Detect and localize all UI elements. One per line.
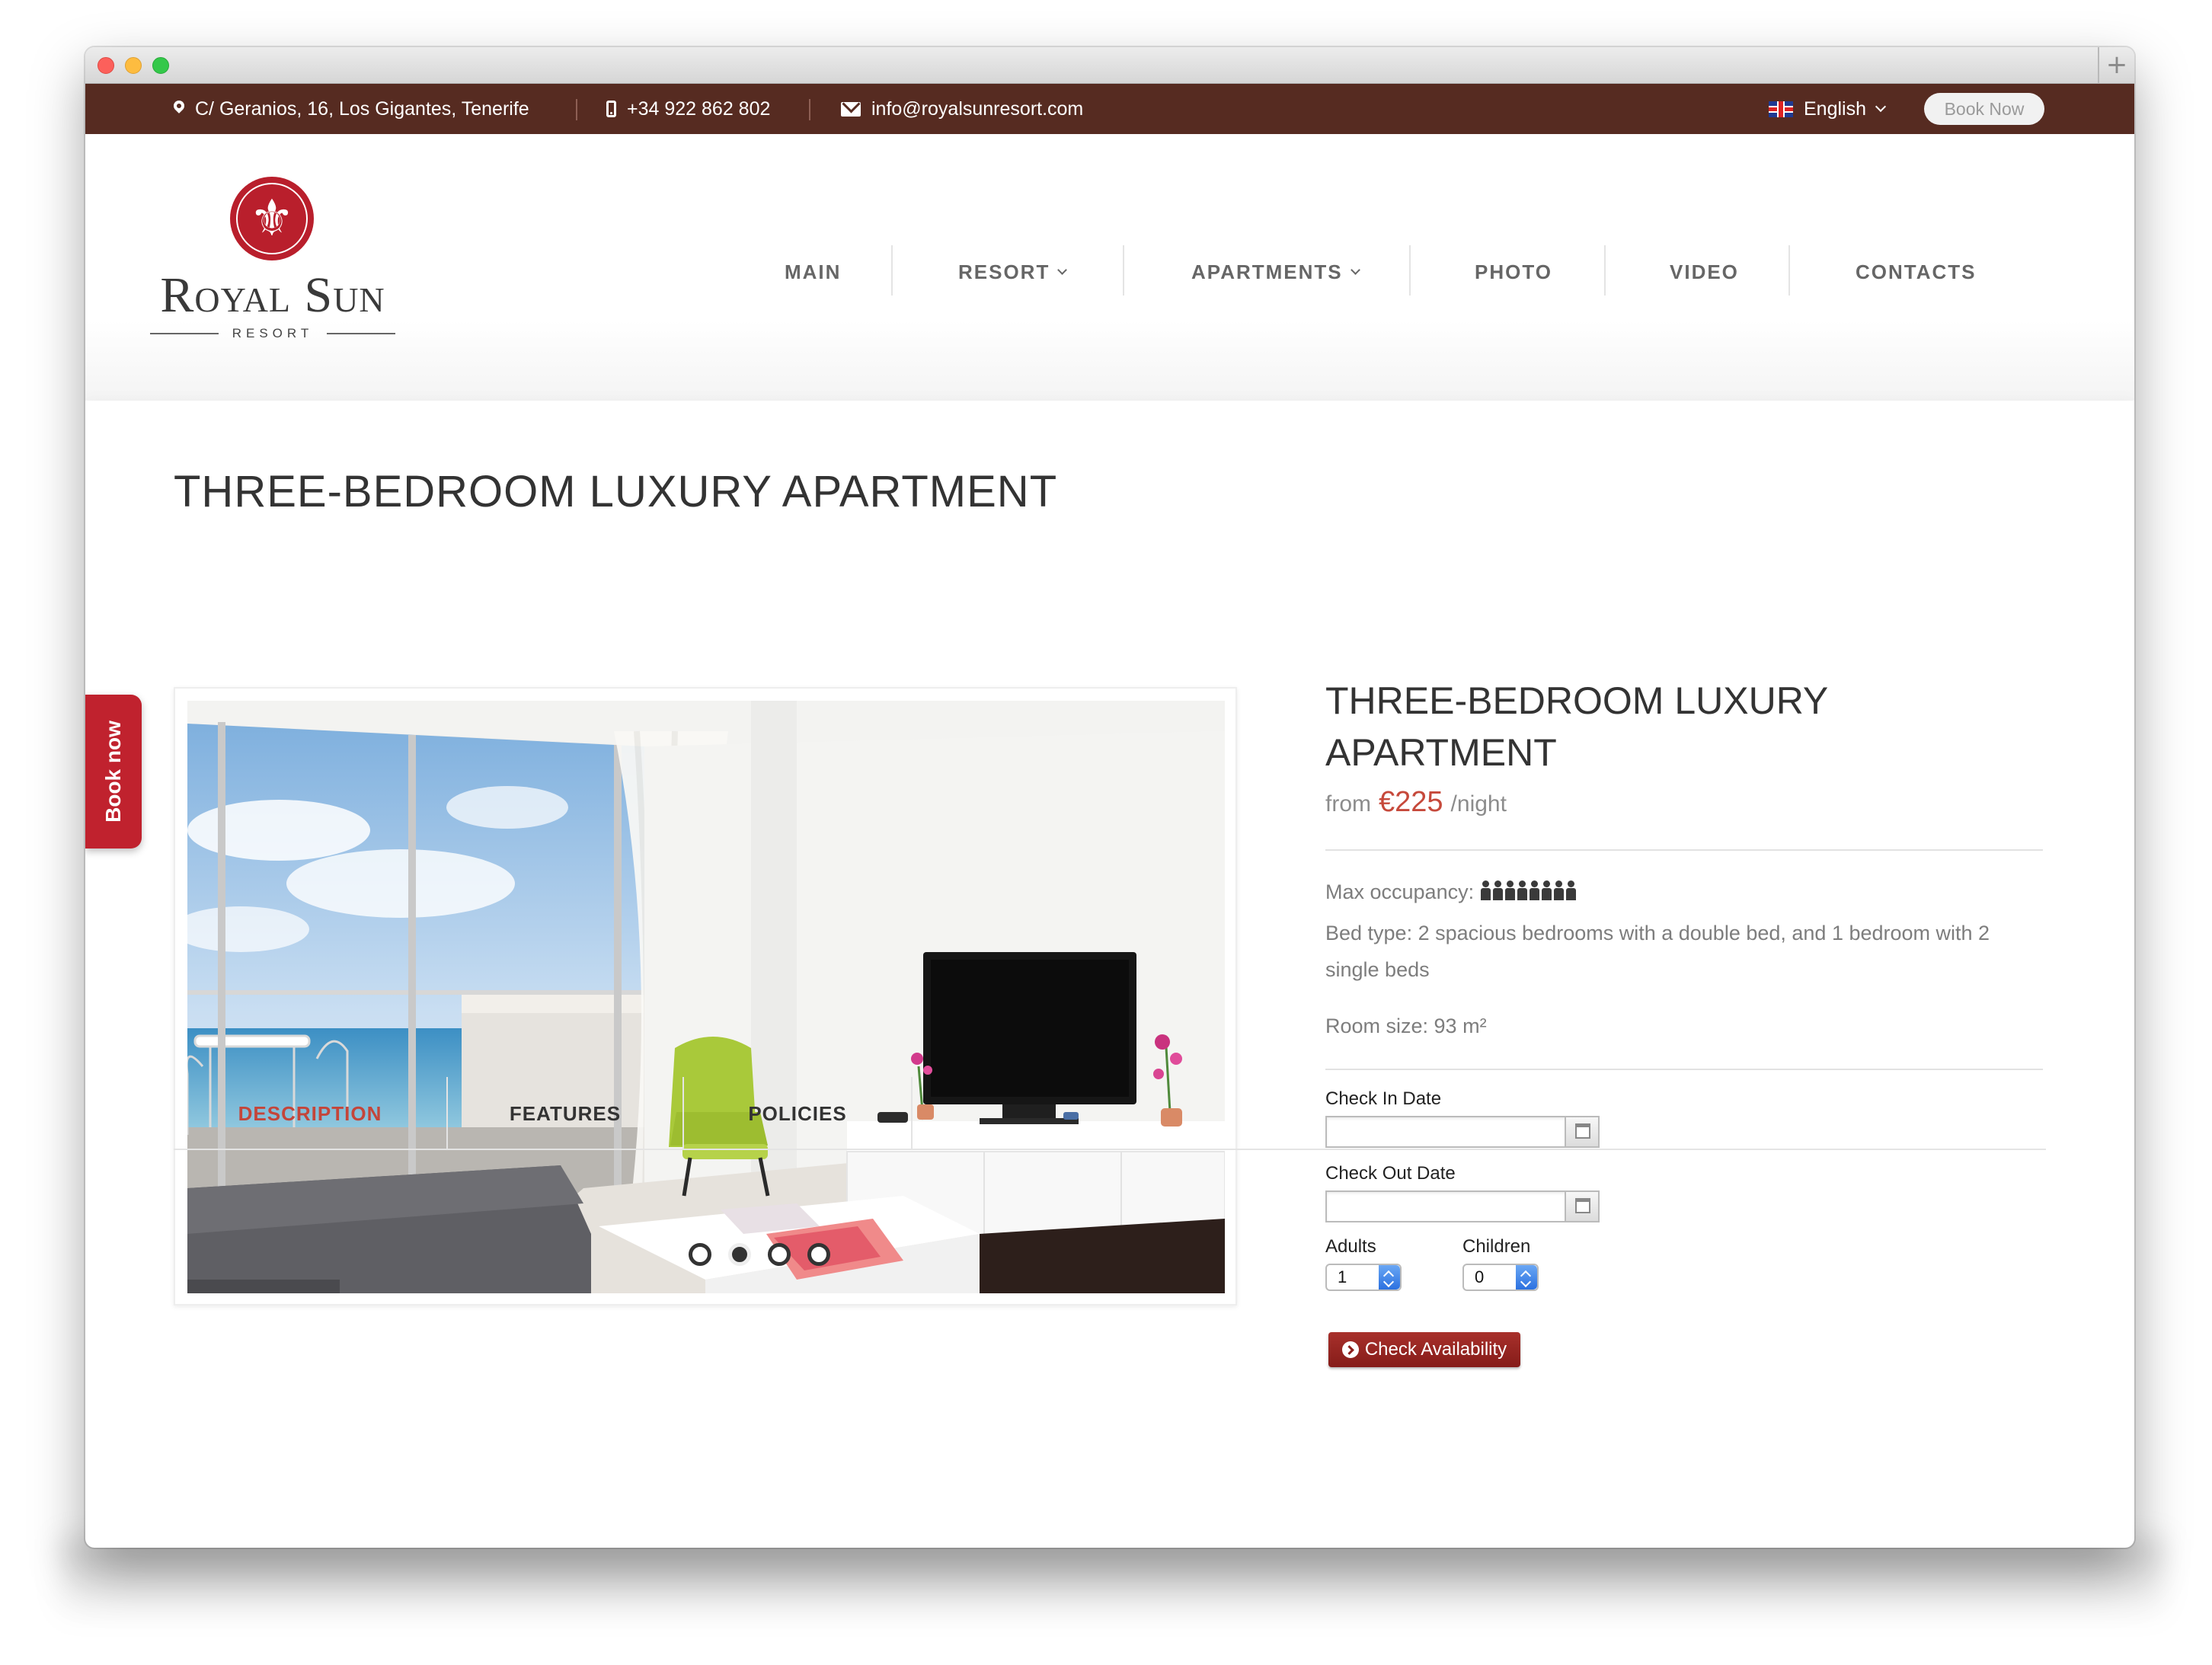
nav-divider — [1788, 245, 1790, 296]
chevron-down-icon — [1350, 264, 1360, 275]
room-detail-tabs: DESCRIPTION FEATURES POLICIES — [174, 1077, 2046, 1150]
tab-policies[interactable]: POLICIES — [684, 1077, 911, 1150]
uk-flag-icon — [1769, 101, 1793, 117]
nav-divider — [1409, 245, 1411, 296]
adults-stepper[interactable]: 1 — [1325, 1264, 1402, 1291]
divider — [1325, 849, 2043, 851]
gallery-dot[interactable] — [768, 1243, 791, 1266]
topbar-divider — [809, 99, 810, 120]
stepper-arrows-icon[interactable] — [1379, 1265, 1400, 1289]
zoom-window-button[interactable] — [152, 57, 169, 74]
person-icon — [1541, 880, 1552, 902]
room-title: THREE-BEDROOM LUXURY APARTMENT — [1325, 679, 1829, 774]
adults-label: Adults — [1325, 1236, 1376, 1257]
nav-divider — [891, 245, 893, 296]
arrow-circle-right-icon — [1341, 1341, 1359, 1358]
tab-features[interactable]: FEATURES — [448, 1077, 682, 1150]
nav-item-contacts[interactable]: CONTACTS — [1856, 245, 1977, 299]
logo-subtitle: RESORT — [143, 326, 402, 341]
phone-link[interactable]: +34 922 862 802 — [606, 84, 770, 134]
room-photo-gallery — [174, 687, 1237, 1305]
gallery-dot[interactable] — [807, 1243, 830, 1266]
page-title-banner: THREE-BEDROOM LUXURY APARTMENT — [85, 401, 2134, 583]
page-title: THREE-BEDROOM LUXURY APARTMENT — [174, 467, 1058, 516]
room-detail-section: Book now THREE-BEDROOM LUXURY APARTMENT … — [85, 583, 2134, 1536]
children-group: Children 0 — [1462, 1236, 1539, 1291]
new-tab-plus-icon[interactable]: + — [2098, 47, 2134, 84]
envelope-icon — [841, 101, 861, 117]
check-availability-button[interactable]: Check Availability — [1328, 1332, 1520, 1367]
chevron-down-icon — [1057, 264, 1068, 275]
book-now-button[interactable]: Book Now — [1924, 93, 2044, 125]
person-icon — [1529, 880, 1539, 902]
adults-group: Adults 1 — [1325, 1236, 1402, 1291]
price-amount: €225 — [1379, 786, 1443, 818]
map-pin-icon — [174, 101, 184, 117]
browser-titlebar: + — [85, 47, 2134, 84]
room-price: from €225 /night — [1325, 786, 1507, 818]
nav-item-main[interactable]: MAIN — [785, 245, 841, 299]
person-icon — [1504, 880, 1515, 902]
email-text: info@royalsunresort.com — [871, 97, 1084, 120]
children-label: Children — [1462, 1236, 1531, 1257]
stepper-arrows-icon[interactable] — [1516, 1265, 1537, 1289]
living-room-illustration — [187, 701, 1225, 1293]
browser-window: + C/ Geranios, 16, Los Gigantes, Tenerif… — [85, 47, 2134, 1548]
address-link[interactable]: C/ Geranios, 16, Los Gigantes, Tenerife — [174, 84, 529, 134]
person-icon — [1565, 880, 1576, 902]
person-icon — [1492, 880, 1503, 902]
occupancy-icons — [1480, 880, 1577, 903]
contact-top-bar: C/ Geranios, 16, Los Gigantes, Tenerife … — [85, 84, 2134, 134]
nav-divider — [1123, 245, 1124, 296]
site-header: ⚜ Royal Sun RESORT MAIN RESORT APARTMENT… — [85, 134, 2134, 401]
main-navigation: MAIN RESORT APARTMENTS PHOTO VIDEO CONTA… — [85, 245, 2134, 299]
person-icon — [1517, 880, 1527, 902]
tab-description[interactable]: DESCRIPTION — [174, 1077, 446, 1150]
book-now-side-tab[interactable]: Book now — [85, 695, 142, 848]
check-out-date-input[interactable] — [1325, 1190, 1600, 1222]
language-selector[interactable]: English — [1769, 84, 1887, 134]
bed-type: Bed type: 2 spacious bedrooms with a dou… — [1325, 922, 1990, 981]
window-drop-shadow — [61, 1539, 2163, 1622]
chevron-down-icon — [1875, 101, 1887, 113]
phone-text: +34 922 862 802 — [627, 97, 771, 120]
mobile-phone-icon — [606, 101, 616, 117]
room-size: Room size: 93 m² — [1325, 1015, 1487, 1037]
nav-divider — [1604, 245, 1606, 296]
language-label: English — [1804, 97, 1866, 120]
topbar-divider — [576, 99, 577, 120]
check-out-label: Check Out Date — [1325, 1163, 1456, 1184]
room-info-panel: THREE-BEDROOM LUXURY APARTMENT from €225… — [1325, 675, 2043, 1367]
guest-selectors: Adults 1 Children 0 — [1325, 1236, 2043, 1291]
children-stepper[interactable]: 0 — [1462, 1264, 1539, 1291]
minimize-window-button[interactable] — [125, 57, 142, 74]
nav-item-resort[interactable]: RESORT — [958, 245, 1068, 299]
gallery-dot[interactable] — [689, 1243, 711, 1266]
address-text: C/ Geranios, 16, Los Gigantes, Tenerife — [195, 97, 529, 120]
person-icon — [1480, 880, 1491, 902]
gallery-pagination — [689, 1243, 830, 1266]
check-out-calendar-button[interactable] — [1565, 1192, 1598, 1221]
divider — [1325, 1069, 2043, 1070]
nav-item-video[interactable]: VIDEO — [1670, 245, 1739, 299]
nav-item-apartments[interactable]: APARTMENTS — [1191, 245, 1360, 299]
living-room-photo[interactable] — [187, 701, 1225, 1293]
email-link[interactable]: info@royalsunresort.com — [841, 84, 1083, 134]
max-occupancy: Max occupancy: — [1325, 874, 2043, 910]
close-window-button[interactable] — [97, 57, 114, 74]
person-icon — [1553, 880, 1564, 902]
nav-item-photo[interactable]: PHOTO — [1475, 245, 1552, 299]
gallery-dot-active[interactable] — [728, 1243, 751, 1266]
calendar-icon — [1575, 1198, 1590, 1213]
